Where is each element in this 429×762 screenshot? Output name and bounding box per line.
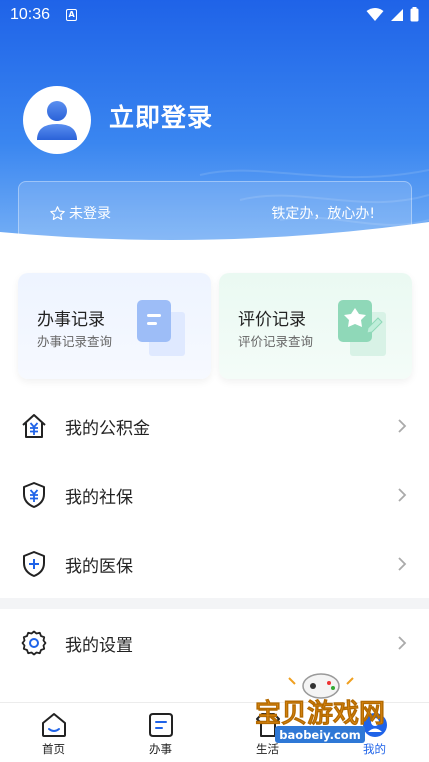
avatar[interactable] [23, 86, 91, 154]
user-icon [37, 101, 77, 140]
menu-item-social-security[interactable]: 我的社保 [0, 465, 429, 525]
feedback-icon [338, 300, 386, 356]
document-icon [137, 300, 185, 356]
chevron-right-icon [398, 557, 407, 571]
card-title: 评价记录 [238, 310, 306, 330]
menu-label: 我的公积金 [65, 418, 150, 439]
battery-icon [410, 7, 419, 22]
status-time: 10:36 [10, 6, 51, 23]
card-subtitle: 评价记录查询 [238, 334, 314, 349]
evaluation-record-card[interactable]: 评价记录 评价记录查询 [219, 273, 412, 379]
house-yuan-icon [22, 414, 46, 438]
home-icon [41, 713, 66, 737]
status-bar: 10:36 A [0, 0, 429, 30]
menu-item-settings[interactable]: 我的设置 [0, 613, 429, 673]
menu-label: 我的设置 [65, 635, 133, 656]
nav-tasks[interactable]: 办事 [107, 703, 214, 762]
tasks-icon [148, 713, 173, 737]
gear-icon [21, 630, 47, 656]
menu-label: 我的医保 [65, 556, 133, 577]
wifi-icon [366, 7, 384, 21]
status-icons [366, 7, 419, 22]
notification-icon: A [66, 9, 78, 21]
card-title: 办事记录 [37, 310, 105, 330]
nav-label: 首页 [42, 742, 65, 756]
shield-plus-icon [23, 551, 45, 577]
section-divider [0, 598, 429, 609]
chevron-right-icon [398, 636, 407, 650]
chevron-right-icon [398, 419, 407, 433]
signal-icon [391, 8, 403, 21]
menu-label: 我的社保 [65, 487, 133, 508]
menu-item-housing-fund[interactable]: 我的公积金 [0, 396, 429, 456]
site-watermark: 宝贝游戏网 baobeiy.com [255, 673, 385, 743]
menu-item-medical-insurance[interactable]: 我的医保 [0, 534, 429, 594]
nav-home[interactable]: 首页 [0, 703, 107, 762]
watermark-url: baobeiy.com [279, 728, 360, 742]
card-subtitle: 办事记录查询 [37, 334, 113, 349]
chevron-right-icon [398, 488, 407, 502]
login-title[interactable]: 立即登录 [109, 98, 213, 134]
shield-yuan-icon [23, 482, 45, 508]
service-record-card[interactable]: 办事记录 办事记录查询 [18, 273, 211, 379]
nav-label: 办事 [149, 742, 172, 756]
profile-header: 10:36 A 立即登录 未登录 铁定办，放心办! [0, 0, 429, 260]
watermark-text: 宝贝游戏网 [255, 698, 385, 729]
header-curve [0, 222, 429, 260]
